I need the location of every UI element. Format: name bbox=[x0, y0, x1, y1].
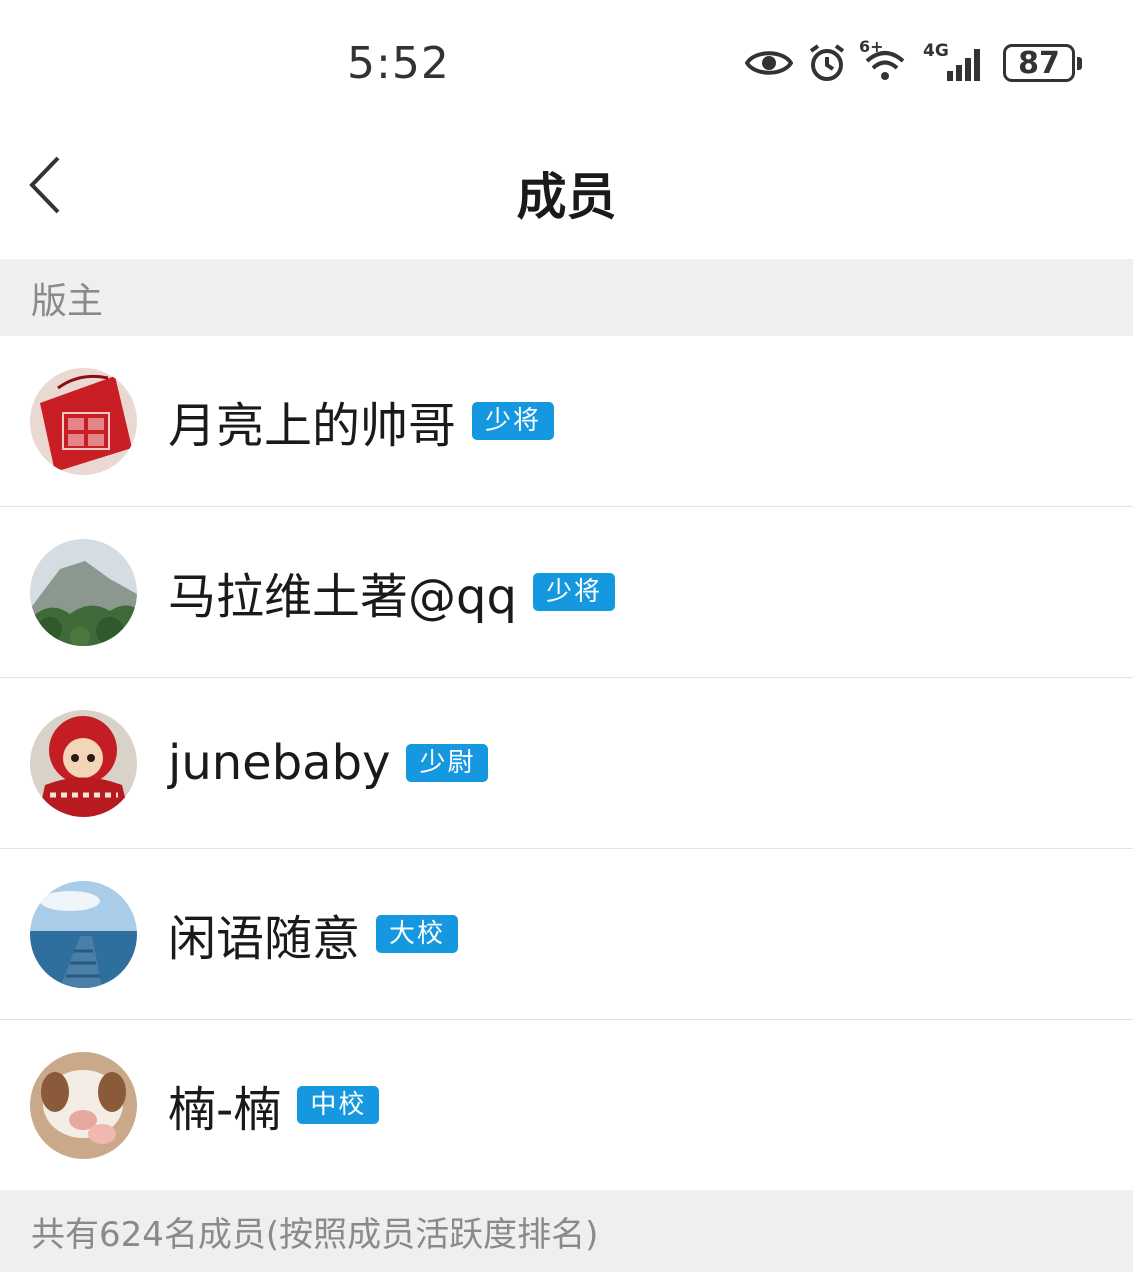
member-row[interactable]: 闲语随意 大校 bbox=[0, 849, 1133, 1020]
eye-icon bbox=[745, 47, 793, 79]
signal-icon: 4G bbox=[923, 41, 989, 83]
page-title: 成员 bbox=[516, 168, 617, 226]
mountain-avatar[interactable] bbox=[30, 538, 137, 646]
member-row[interactable]: junebaby 少尉 bbox=[0, 678, 1133, 849]
status-icons: 6+ 4G 87 bbox=[745, 37, 1082, 88]
rank-badge: 中校 bbox=[297, 1086, 380, 1124]
member-name: 马拉维土著@qq bbox=[168, 569, 517, 625]
red-pouch-avatar[interactable] bbox=[30, 367, 137, 475]
rank-badge: 大校 bbox=[376, 915, 459, 953]
battery-level: 87 bbox=[1018, 45, 1060, 81]
status-bar: 5:52 6+ 4G 87 bbox=[0, 0, 1133, 125]
section-header-moderators: 版主 bbox=[0, 259, 1133, 336]
rank-badge: 少将 bbox=[472, 402, 555, 440]
status-time: 5:52 bbox=[347, 38, 450, 89]
rank-badge: 少将 bbox=[532, 573, 615, 611]
member-list: 月亮上的帅哥 少将 马拉维土著@qq 少将 junebaby 少尉 闲语随意 大… bbox=[0, 336, 1133, 1190]
member-name: 闲语随意 bbox=[168, 911, 361, 967]
wifi-icon: 6+ bbox=[859, 37, 909, 83]
member-count-text: 共有624名成员(按照成员活跃度排名) bbox=[31, 1214, 599, 1255]
wifi-label: 6+ bbox=[859, 37, 884, 56]
pier-avatar[interactable] bbox=[30, 880, 137, 988]
section-label: 版主 bbox=[31, 280, 104, 322]
battery-icon: 87 bbox=[1003, 44, 1082, 82]
member-row[interactable]: 月亮上的帅哥 少将 bbox=[0, 336, 1133, 507]
nav-bar: 成员 bbox=[0, 125, 1133, 259]
rank-badge: 少尉 bbox=[406, 744, 489, 782]
puppy-avatar[interactable] bbox=[30, 1051, 137, 1159]
network-label: 4G bbox=[923, 41, 949, 61]
member-name: 月亮上的帅哥 bbox=[168, 398, 457, 454]
member-name: junebaby bbox=[168, 735, 391, 791]
doll-avatar[interactable] bbox=[30, 709, 137, 817]
member-count-note: 共有624名成员(按照成员活跃度排名) bbox=[0, 1190, 1133, 1272]
member-name: 楠-楠 bbox=[168, 1082, 282, 1138]
alarm-icon bbox=[807, 43, 847, 83]
member-row[interactable]: 马拉维土著@qq 少将 bbox=[0, 507, 1133, 678]
member-row[interactable]: 楠-楠 中校 bbox=[0, 1020, 1133, 1190]
